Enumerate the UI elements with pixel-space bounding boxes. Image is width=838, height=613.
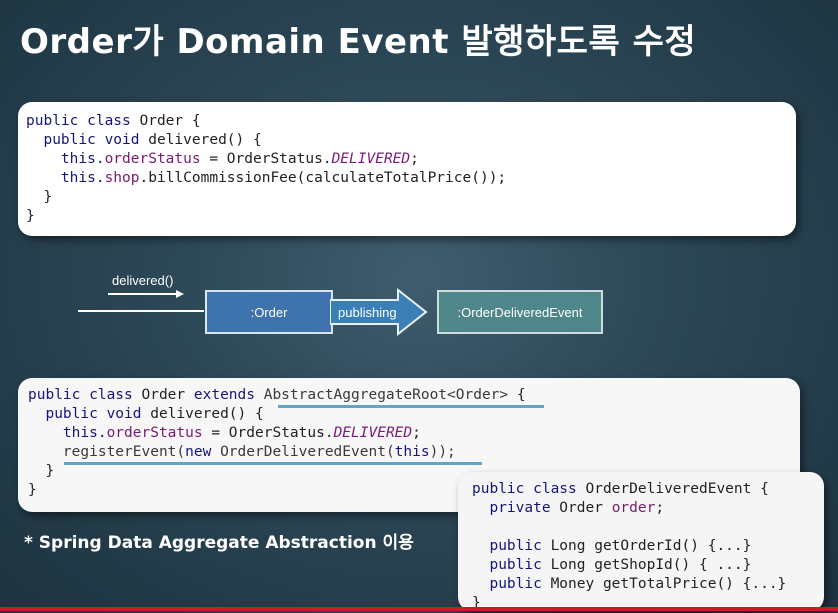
publishing-label: publishing bbox=[338, 305, 397, 320]
code-line: private Order order; bbox=[472, 500, 665, 516]
code-line: public Long getOrderId() {...} bbox=[472, 538, 752, 554]
code-line: public Long getShopId() { ...} bbox=[472, 557, 752, 573]
code-line: } bbox=[26, 189, 53, 205]
highlight-underline bbox=[278, 405, 544, 408]
code-line: public class OrderDeliveredEvent { bbox=[472, 481, 769, 497]
code-line: this.orderStatus = OrderStatus.DELIVERED… bbox=[28, 425, 421, 441]
video-progress-bar bbox=[0, 607, 838, 611]
order-node: :Order bbox=[205, 290, 333, 334]
code-line: public Money getTotalPrice() {...} bbox=[472, 576, 787, 592]
code-block-original-order: public class Order { public void deliver… bbox=[18, 102, 796, 236]
code-line: public class Order extends AbstractAggre… bbox=[28, 387, 526, 403]
publishing-arrow: publishing bbox=[330, 288, 428, 336]
code-line: } bbox=[26, 208, 35, 224]
code-line: this.orderStatus = OrderStatus.DELIVERED… bbox=[26, 151, 419, 167]
code-line: registerEvent(new OrderDeliveredEvent(th… bbox=[28, 444, 456, 460]
call-label: delivered() bbox=[112, 273, 174, 288]
code-line: public class Order { bbox=[26, 113, 201, 129]
highlight-underline bbox=[64, 462, 482, 465]
event-node: :OrderDeliveredEvent bbox=[437, 290, 603, 334]
code-line: this.shop.billCommissionFee(calculateTot… bbox=[26, 170, 507, 186]
slide-title: Order가 Domain Event 발행하도록 수정 bbox=[20, 22, 697, 62]
footnote: * Spring Data Aggregate Abstraction 이용 bbox=[24, 533, 414, 553]
code-block-event-class: public class OrderDeliveredEvent { priva… bbox=[458, 472, 824, 611]
code-line: public void delivered() { bbox=[26, 132, 262, 148]
call-arrow bbox=[78, 290, 204, 312]
